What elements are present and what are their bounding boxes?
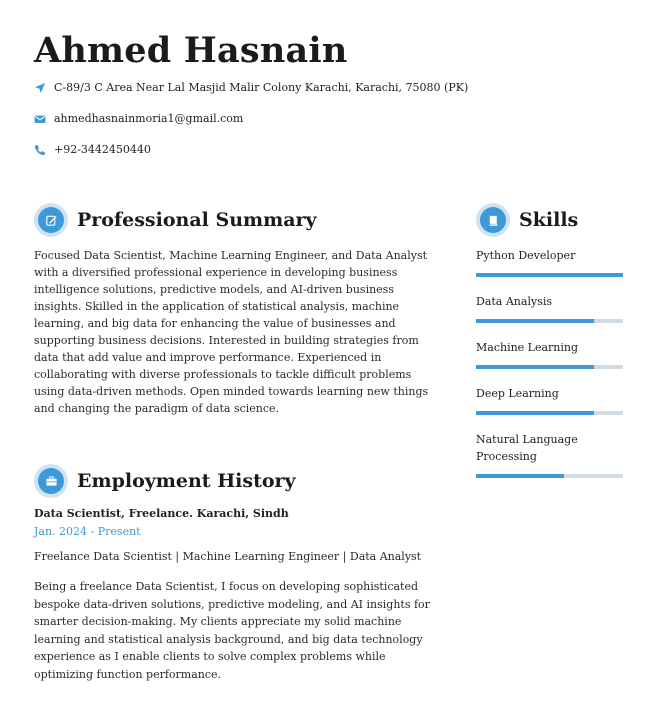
employment-section-header: Employment History [34, 464, 296, 498]
candidate-name: Ahmed Hasnain [34, 30, 348, 71]
skill-level-bar [476, 319, 623, 323]
skill-item: Natural Language Processing [476, 431, 623, 478]
skill-level-bar [476, 273, 623, 277]
skill-level-bar [476, 365, 623, 369]
job-subtitle: Freelance Data Scientist | Machine Learn… [34, 550, 422, 563]
job-description: Being a freelance Data Scientist, I focu… [34, 580, 430, 681]
skill-item: Data Analysis [476, 293, 623, 323]
skills-title: Skills [519, 209, 579, 231]
job-title: Data Scientist, Freelance. Karachi, Sind… [34, 507, 289, 520]
skill-level-fill [476, 319, 594, 323]
skill-label: Python Developer [476, 249, 576, 262]
briefcase-icon [45, 475, 58, 488]
skill-level-fill [476, 474, 565, 478]
skill-level-bar [476, 411, 623, 415]
phone-text: +92-3442450440 [54, 143, 151, 156]
skill-level-bar [476, 474, 623, 478]
employment-badge [34, 464, 68, 498]
skill-label: Machine Learning [476, 341, 579, 354]
contact-address: C-89/3 C Area Near Lal Masjid Malir Colo… [34, 81, 468, 94]
location-arrow-icon [34, 82, 46, 94]
skill-level-fill [476, 411, 594, 415]
phone-icon [34, 144, 46, 156]
envelope-icon [34, 113, 46, 125]
edit-note-icon [45, 214, 58, 227]
skill-label: Natural Language Processing [476, 433, 578, 463]
book-icon [487, 214, 500, 227]
skill-item: Python Developer [476, 247, 623, 277]
skill-label: Deep Learning [476, 387, 559, 400]
address-text: C-89/3 C Area Near Lal Masjid Malir Colo… [54, 81, 469, 94]
employment-title: Employment History [77, 470, 296, 492]
skill-level-fill [476, 365, 594, 369]
summary-section-header: Professional Summary [34, 203, 317, 237]
skills-section-header: Skills [476, 203, 578, 237]
skills-list: Python Developer Data Analysis Machine L… [476, 247, 623, 494]
summary-title: Professional Summary [77, 209, 317, 231]
contact-phone: +92-3442450440 [34, 143, 151, 156]
summary-badge [34, 203, 68, 237]
summary-text: Focused Data Scientist, Machine Learning… [34, 249, 429, 415]
skills-badge [476, 203, 510, 237]
skill-label: Data Analysis [476, 295, 552, 308]
email-link[interactable]: ahmedhasnainmoria1@gmail.com [54, 112, 243, 125]
job-dates: Jan. 2024 - Present [34, 525, 141, 538]
skill-item: Machine Learning [476, 339, 623, 369]
contact-email: ahmedhasnainmoria1@gmail.com [34, 112, 243, 125]
skill-item: Deep Learning [476, 385, 623, 415]
skill-level-fill [476, 273, 623, 277]
